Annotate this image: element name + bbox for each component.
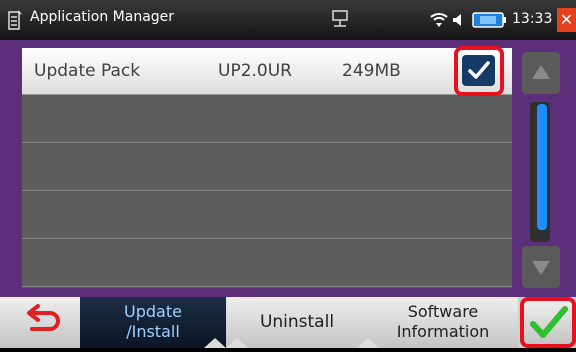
battery-icon	[472, 12, 506, 28]
list-item-empty	[22, 240, 512, 287]
speaker-icon	[453, 14, 461, 26]
back-button[interactable]	[0, 297, 80, 348]
tab-update-install[interactable]: Update /Install	[80, 297, 226, 348]
list-item-empty	[22, 96, 512, 143]
tab-uninstall[interactable]: Uninstall	[226, 297, 368, 348]
confirm-button[interactable]	[520, 297, 576, 348]
window-title: Application Manager	[30, 9, 175, 25]
list-item-empty	[22, 192, 512, 239]
checkmark-icon	[530, 306, 568, 338]
tab-update-install-line1: Update	[124, 302, 182, 321]
close-icon[interactable]: ✕	[557, 8, 576, 32]
tab-software-information-line1: Software	[407, 302, 479, 321]
wifi-icon	[430, 13, 448, 27]
checkmark-icon	[468, 61, 490, 79]
tab-update-install-line2: /Install	[126, 322, 180, 341]
list-item[interactable]: Update Pack UP2.0UR 249MB	[22, 48, 512, 95]
scroll-up-button[interactable]	[522, 52, 560, 94]
status-bar: Application Manager 13:33 ✕	[0, 0, 576, 40]
item-name: Update Pack	[34, 61, 141, 81]
application-list: Update Pack UP2.0UR 249MB	[22, 48, 512, 288]
list-item-empty	[22, 144, 512, 191]
usb-icon	[332, 10, 348, 27]
tab-notch	[226, 338, 248, 348]
tab-software-information[interactable]: Software Information	[357, 297, 518, 348]
scrollbar-thumb[interactable]	[537, 104, 547, 230]
item-checkbox[interactable]	[462, 55, 495, 86]
item-version: UP2.0UR	[218, 61, 292, 81]
app-manager-icon	[8, 10, 22, 30]
arrow-down-icon	[532, 261, 550, 275]
scroll-down-button[interactable]	[522, 246, 560, 288]
clock: 13:33	[512, 11, 553, 27]
tab-software-information-line2: Information	[396, 322, 490, 341]
arrow-up-icon	[532, 65, 550, 79]
back-arrow-icon	[27, 304, 60, 331]
item-size: 249MB	[342, 61, 401, 81]
tab-uninstall-label: Uninstall	[259, 312, 335, 332]
